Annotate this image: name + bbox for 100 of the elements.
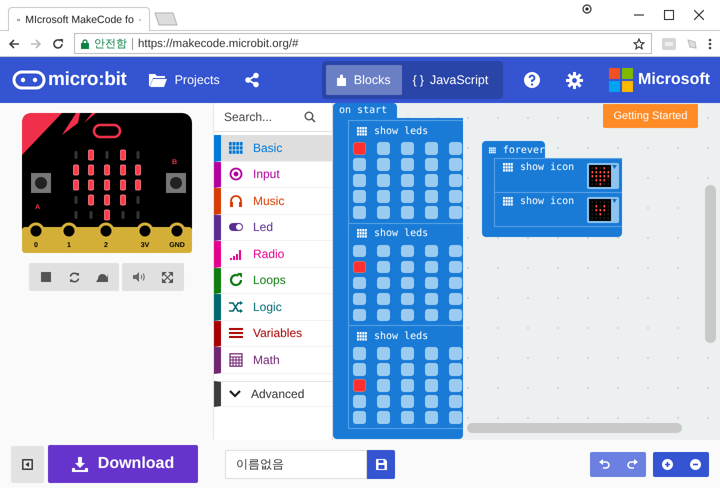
event-block-label[interactable]: on start: [333, 103, 397, 118]
back-icon[interactable]: [8, 38, 20, 50]
led-toggle[interactable]: [353, 276, 366, 289]
board-button[interactable]: [31, 173, 51, 193]
pin[interactable]: [136, 222, 154, 240]
led-toggle[interactable]: [449, 174, 462, 186]
led-toggle[interactable]: [353, 363, 366, 376]
maximize-icon[interactable]: [664, 10, 674, 20]
icon-dropdown[interactable]: [587, 163, 619, 189]
led-toggle[interactable]: [449, 363, 462, 376]
led-toggle[interactable]: [377, 411, 390, 424]
reload-icon[interactable]: [52, 38, 64, 50]
show-icon-block[interactable]: show icon: [494, 192, 622, 227]
pin[interactable]: [98, 222, 114, 240]
help-icon[interactable]: [524, 72, 540, 88]
menu-icon[interactable]: [708, 38, 712, 50]
led-toggle[interactable]: [401, 206, 414, 218]
led-toggle[interactable]: [353, 206, 366, 218]
extension-icon[interactable]: [662, 38, 676, 50]
scrollbar[interactable]: [705, 185, 716, 343]
led-toggle[interactable]: [377, 244, 390, 257]
led-toggle[interactable]: [425, 411, 438, 424]
category-item[interactable]: Basic: [214, 135, 332, 162]
led-toggle[interactable]: [377, 206, 390, 218]
search-field[interactable]: Search...: [224, 110, 304, 124]
led-toggle[interactable]: [377, 395, 390, 408]
pin[interactable]: [60, 222, 78, 240]
led-toggle[interactable]: [449, 190, 462, 202]
led-toggle[interactable]: [449, 395, 462, 408]
collapse-button[interactable]: [11, 446, 44, 482]
led-toggle[interactable]: [449, 244, 462, 257]
editor-mode-tab[interactable]: Blocks: [326, 65, 402, 95]
led-toggle[interactable]: [377, 190, 390, 202]
led-toggle[interactable]: [353, 190, 366, 202]
led-toggle[interactable]: [401, 363, 414, 376]
download-button[interactable]: Download: [48, 445, 198, 483]
projects-button[interactable]: Projects: [142, 72, 226, 88]
led-toggle[interactable]: [449, 206, 462, 218]
led-toggle[interactable]: [401, 244, 414, 257]
led-toggle[interactable]: [353, 411, 366, 424]
led-toggle[interactable]: [401, 174, 414, 186]
led-toggle[interactable]: [425, 190, 438, 202]
led-toggle[interactable]: [425, 276, 438, 289]
led-toggle[interactable]: [377, 363, 390, 376]
led-toggle[interactable]: [401, 142, 414, 154]
led-toggle[interactable]: [377, 292, 390, 305]
show-leds-block[interactable]: show leds: [348, 222, 463, 326]
led-toggle[interactable]: [377, 142, 390, 154]
show-leds-block[interactable]: show leds: [348, 325, 463, 428]
extension-icon[interactable]: [686, 38, 698, 50]
led-toggle[interactable]: [401, 158, 414, 170]
led-toggle[interactable]: [401, 190, 414, 202]
board-button[interactable]: [166, 173, 186, 193]
led-toggle[interactable]: [449, 260, 462, 273]
settings-icon[interactable]: [566, 72, 583, 88]
led-toggle[interactable]: [377, 308, 390, 321]
led-toggle[interactable]: [449, 308, 462, 321]
led-toggle[interactable]: [353, 379, 366, 392]
address-bar[interactable]: 안전함 https://makecode.microbit.org/#: [74, 33, 652, 54]
led-toggle[interactable]: [401, 379, 414, 392]
led-toggle[interactable]: [353, 292, 366, 305]
loop-block-label[interactable]: forever: [482, 141, 545, 159]
led-toggle[interactable]: [353, 395, 366, 408]
led-toggle[interactable]: [425, 206, 438, 218]
led-toggle[interactable]: [353, 174, 366, 186]
led-toggle[interactable]: [425, 363, 438, 376]
browser-tab[interactable]: MIcrosoft MakeCode fo: [8, 7, 150, 32]
led-toggle[interactable]: [425, 260, 438, 273]
led-toggle[interactable]: [425, 347, 438, 360]
led-toggle[interactable]: [449, 411, 462, 424]
editor-mode-tab[interactable]: { } JavaScript: [402, 65, 500, 95]
led-toggle[interactable]: [353, 347, 366, 360]
led-toggle[interactable]: [401, 292, 414, 305]
led-toggle[interactable]: [377, 276, 390, 289]
led-toggle[interactable]: [425, 158, 438, 170]
event-block[interactable]: show leds show leds show leds: [333, 118, 463, 438]
profile-icon[interactable]: [582, 4, 592, 14]
led-toggle[interactable]: [449, 142, 462, 154]
show-leds-block[interactable]: show leds: [348, 120, 463, 224]
logo-text[interactable]: micro:bit: [48, 69, 127, 91]
led-toggle[interactable]: [377, 158, 390, 170]
show-icon-block[interactable]: show icon: [494, 158, 622, 193]
new-tab-button[interactable]: [154, 12, 178, 26]
led-toggle[interactable]: [353, 260, 366, 273]
led-toggle[interactable]: [401, 308, 414, 321]
led-toggle[interactable]: [425, 308, 438, 321]
led-toggle[interactable]: [425, 292, 438, 305]
scrollbar[interactable]: [467, 423, 682, 433]
led-toggle[interactable]: [401, 260, 414, 273]
led-toggle[interactable]: [401, 395, 414, 408]
led-toggle[interactable]: [377, 260, 390, 273]
led-toggle[interactable]: [377, 174, 390, 186]
led-toggle[interactable]: [425, 379, 438, 392]
led-toggle[interactable]: [449, 347, 462, 360]
close-icon[interactable]: [694, 10, 704, 20]
led-toggle[interactable]: [353, 142, 366, 154]
project-name-field[interactable]: 이름없음: [225, 450, 367, 478]
led-toggle[interactable]: [377, 347, 390, 360]
led-toggle[interactable]: [449, 158, 462, 170]
led-toggle[interactable]: [353, 244, 366, 257]
